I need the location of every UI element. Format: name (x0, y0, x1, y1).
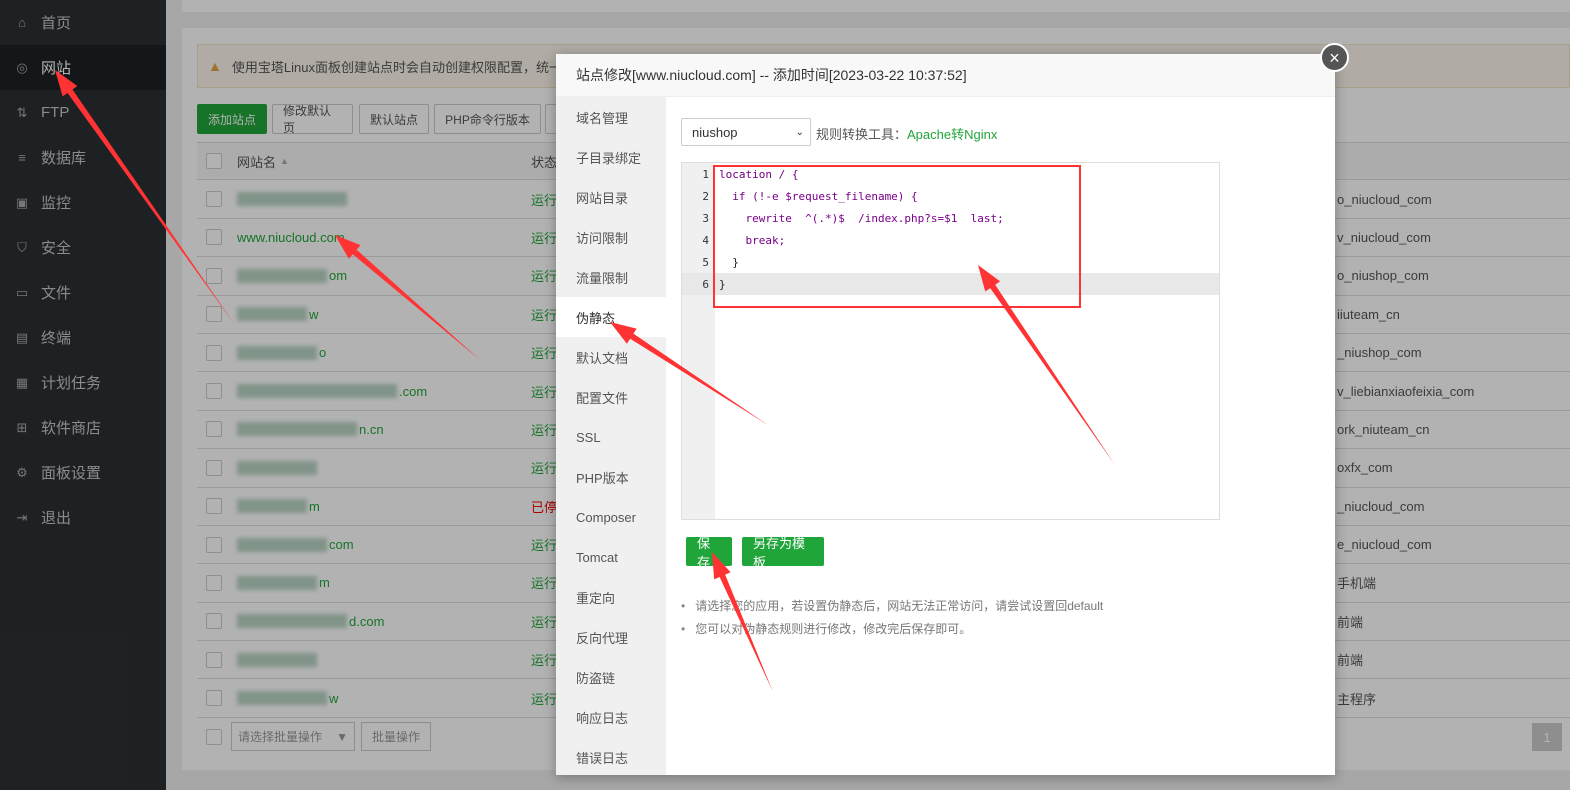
annotation-arrow (712, 552, 773, 692)
annotation-arrow (335, 235, 480, 360)
annotation-arrows (55, 70, 1115, 692)
annotation-arrow (55, 70, 235, 325)
annotation-arrow (610, 322, 768, 425)
annotation-arrow (978, 265, 1115, 465)
